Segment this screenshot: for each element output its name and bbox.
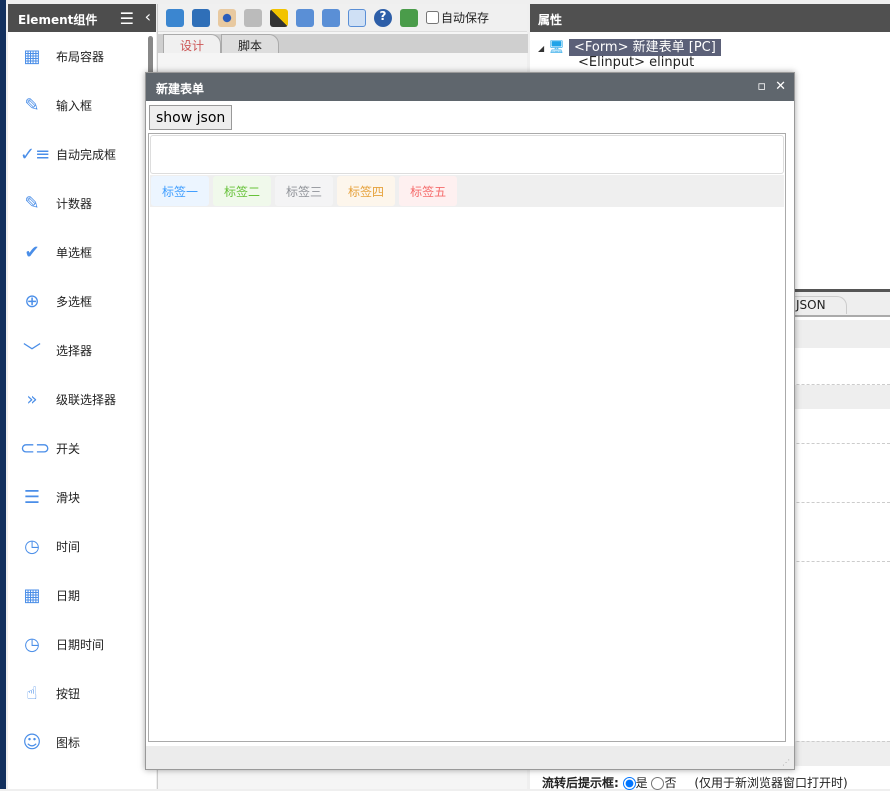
list-icon[interactable] xyxy=(348,8,366,27)
tag-1[interactable]: 标签一 xyxy=(151,176,210,206)
sliders-icon: ☰ xyxy=(23,487,41,508)
save-as-icon[interactable] xyxy=(192,8,210,27)
tag-5[interactable]: 标签五 xyxy=(399,176,458,206)
sidebar-item[interactable]: ◷ 时间 xyxy=(8,522,156,571)
new-form-dialog: 新建表单 ▫ ✕ show json 标签一 标签二 标签三 标签四 标签五 ⋰ xyxy=(145,72,795,770)
layers-icon[interactable] xyxy=(400,8,418,27)
flow-prompt-row: 流转后提示框: 是 否 (仅用于新浏览器窗口打开时) xyxy=(542,774,848,791)
monitor-icon: 🖥 xyxy=(548,40,565,55)
sidebar-header: Element组件 ☰ ‹ xyxy=(8,4,156,32)
show-json-button[interactable]: show json xyxy=(149,105,233,130)
magic-wand-icon[interactable] xyxy=(270,8,288,27)
sidebar-item[interactable]: ▦ 布局容器 xyxy=(8,32,156,81)
sidebar-item-label: 按钮 xyxy=(56,687,81,701)
autosave-label: 自动保存 xyxy=(441,11,490,25)
sidebar-item-label: 自动完成框 xyxy=(56,148,117,162)
grid-icon: ▦ xyxy=(23,46,41,67)
sidebar-item[interactable]: ✎ 输入框 xyxy=(8,81,156,130)
sidebar-item[interactable]: ⊂⊃ 开关 xyxy=(8,424,156,473)
properties-title: 属性 xyxy=(530,4,890,32)
double-chevron-icon: » xyxy=(26,389,38,410)
tag-3[interactable]: 标签三 xyxy=(275,176,334,206)
sidebar-item[interactable]: ⊕ 多选框 xyxy=(8,277,156,326)
tree-node-form[interactable]: <Form> 新建表单 [PC] xyxy=(568,39,721,56)
flow-prompt-note: (仅用于新浏览器窗口打开时) xyxy=(694,776,848,790)
save-icon[interactable] xyxy=(166,8,184,27)
preview-eye-icon[interactable] xyxy=(218,8,236,27)
sidebar-item-label: 级联选择器 xyxy=(56,393,117,407)
dialog-titlebar[interactable]: 新建表单 ▫ ✕ xyxy=(146,73,794,101)
sidebar-item[interactable]: ▦ 日期 xyxy=(8,571,156,620)
sidebar-item-label: 日期 xyxy=(56,589,81,603)
component-sidebar: Element组件 ☰ ‹ ▦ 布局容器 ✎ 输入框 ✓≡ 自动完成框 ✎ 计数器 ✔ 单选框 ⊕ 多… xyxy=(8,4,156,789)
check-circle-icon: ✔ xyxy=(24,242,40,263)
sidebar-item-label: 时间 xyxy=(56,540,81,554)
sidebar-item-label: 日期时间 xyxy=(56,638,105,652)
flow-prompt-label: 流转后提示框: xyxy=(542,776,619,790)
tab-script[interactable]: 脚本 xyxy=(221,34,280,53)
sidebar-item-label: 布局容器 xyxy=(56,50,105,64)
sidebar-item[interactable]: ☝ 按钮 xyxy=(8,669,156,718)
pointer-icon: ☝ xyxy=(26,683,38,704)
clock-icon: ◷ xyxy=(24,634,40,655)
sidebar-item-label: 图标 xyxy=(56,736,81,750)
plus-circle-icon: ⊕ xyxy=(24,291,40,312)
dialog-title: 新建表单 xyxy=(156,82,205,96)
smile-icon: ☺ xyxy=(22,732,42,753)
sidebar-item[interactable]: ✎ 计数器 xyxy=(8,179,156,228)
export-icon[interactable] xyxy=(322,8,340,27)
toggle-icon: ⊂⊃ xyxy=(20,438,51,459)
left-edge-strip xyxy=(0,0,6,789)
sidebar-item[interactable]: » 级联选择器 xyxy=(8,375,156,424)
sidebar-item[interactable]: ☺ 图标 xyxy=(8,718,156,767)
sidebar-item[interactable]: ﹀ 选择器 xyxy=(8,326,156,375)
print-icon[interactable] xyxy=(244,8,262,27)
import-icon[interactable] xyxy=(296,8,314,27)
collapse-chevron-icon[interactable]: ‹ xyxy=(145,7,151,26)
tab-design[interactable]: 设计 xyxy=(163,34,222,53)
sidebar-item-label: 滑块 xyxy=(56,491,81,505)
sidebar-item-label: 开关 xyxy=(56,442,81,456)
sidebar-item-label: 多选框 xyxy=(56,295,93,309)
radio-yes[interactable]: 是 xyxy=(622,776,648,790)
sidebar-item-label: 计数器 xyxy=(56,197,93,211)
autosave-checkbox[interactable]: 自动保存 xyxy=(426,9,489,26)
edit-icon: ✎ xyxy=(24,193,40,214)
help-icon[interactable]: ? xyxy=(374,8,392,27)
component-tree: ◢ 🖥 <Form> 新建表单 [PC] <Elinput> elinput xyxy=(530,32,890,74)
sidebar-item[interactable]: ◷ 日期时间 xyxy=(8,620,156,669)
sidebar-item[interactable]: ✔ 单选框 xyxy=(8,228,156,277)
form-preview: 标签一 标签二 标签三 标签四 标签五 xyxy=(148,133,786,742)
dialog-footer: ⋰ xyxy=(146,746,794,769)
calendar-icon: ▦ xyxy=(23,585,41,606)
tag-4[interactable]: 标签四 xyxy=(337,176,396,206)
maximize-icon[interactable]: ▫ xyxy=(757,79,766,94)
sidebar-item-label: 单选框 xyxy=(56,246,93,260)
radio-no[interactable]: 否 xyxy=(651,776,677,790)
tag-2[interactable]: 标签二 xyxy=(213,176,272,206)
pencil-icon: ✎ xyxy=(24,95,40,116)
editor-tabs: 设计 脚本 xyxy=(158,34,528,53)
resize-grip-icon[interactable]: ⋰ xyxy=(782,758,790,767)
sidebar-item-label: 选择器 xyxy=(56,344,93,358)
menu-icon[interactable]: ☰ xyxy=(120,9,134,28)
chevron-down-icon: ﹀ xyxy=(23,341,41,363)
tree-node-elinput[interactable]: <Elinput> elinput xyxy=(538,55,882,70)
clock-icon: ◷ xyxy=(24,536,40,557)
sidebar-item[interactable]: ✓≡ 自动完成框 xyxy=(8,130,156,179)
toolbar: ? 自动保存 xyxy=(158,4,527,32)
sidebar-title: Element组件 xyxy=(18,13,98,27)
form-input[interactable] xyxy=(150,135,784,174)
close-icon[interactable]: ✕ xyxy=(775,79,786,94)
sidebar-item[interactable]: ☰ 滑块 xyxy=(8,473,156,522)
tag-row: 标签一 标签二 标签三 标签四 标签五 xyxy=(150,175,784,207)
autosave-check[interactable] xyxy=(426,11,439,24)
check-list-icon: ✓≡ xyxy=(20,144,51,165)
sidebar-item-label: 输入框 xyxy=(56,99,93,113)
